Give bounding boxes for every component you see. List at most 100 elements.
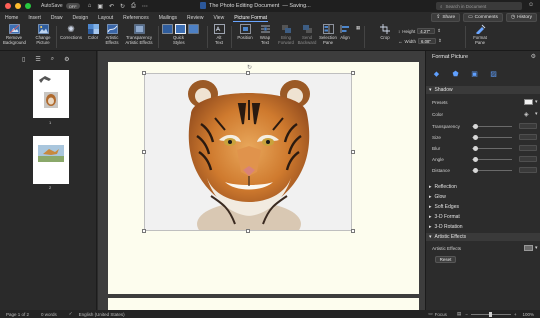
- section-glow[interactable]: ▸ Glow: [426, 193, 540, 201]
- minimize-window-button[interactable]: [15, 3, 21, 9]
- size-input[interactable]: [519, 134, 537, 140]
- resize-handle-top[interactable]: [246, 71, 250, 75]
- history-button[interactable]: ◷ History: [505, 13, 537, 22]
- zoom-out-icon[interactable]: −: [465, 312, 468, 317]
- page-thumbnail-1[interactable]: [33, 70, 69, 118]
- tab-home[interactable]: Home: [0, 12, 23, 23]
- pages-icon[interactable]: ▯: [22, 56, 25, 63]
- remove-background-button[interactable]: Remove Background: [3, 24, 26, 46]
- maximize-window-button[interactable]: [25, 3, 31, 9]
- tiger-image[interactable]: [144, 73, 352, 231]
- change-picture-button[interactable]: Change Picture: [32, 24, 54, 46]
- angle-slider[interactable]: [472, 159, 512, 160]
- zoom-slider[interactable]: [470, 311, 511, 317]
- resize-handle-bottom-left[interactable]: [142, 229, 146, 233]
- resize-handle-top-left[interactable]: [142, 71, 146, 75]
- angle-slider-knob[interactable]: [473, 157, 478, 162]
- word-count[interactable]: 0 words: [41, 312, 57, 317]
- comments-button[interactable]: ▭ Comments: [463, 13, 503, 22]
- selection-pane-button[interactable]: Selection Pane: [318, 24, 338, 46]
- print-icon[interactable]: ⎙: [131, 3, 136, 10]
- section-3d-format[interactable]: ▸ 3-D Format: [426, 213, 540, 221]
- section-3d-rotation[interactable]: ▸ 3-D Rotation: [426, 223, 540, 231]
- artistic-effects-button[interactable]: Artistic Effects: [103, 24, 121, 46]
- layout-properties-icon[interactable]: ▣: [470, 69, 479, 78]
- resize-handle-top-right[interactable]: [351, 71, 355, 75]
- height-input[interactable]: 4.27": [417, 28, 436, 34]
- document-canvas[interactable]: ↻: [98, 51, 425, 310]
- size-slider[interactable]: [472, 137, 512, 138]
- view-icon[interactable]: ▤: [457, 311, 461, 317]
- undo-icon[interactable]: ↶: [109, 3, 114, 10]
- tab-draw[interactable]: Draw: [46, 12, 68, 23]
- section-artistic-effects[interactable]: ▾ Artistic Effects: [426, 233, 540, 241]
- transparency-button[interactable]: Transparency Artistic Effects: [124, 24, 154, 46]
- redo-icon[interactable]: ↻: [120, 3, 125, 10]
- tab-insert[interactable]: Insert: [23, 12, 46, 23]
- focus-icon[interactable]: ▭: [428, 311, 432, 317]
- picture-styles-gallery[interactable]: Quick Styles: [161, 24, 201, 46]
- wrap-text-button[interactable]: Wrap Text: [256, 24, 274, 46]
- proofing-icon[interactable]: ✓: [69, 311, 73, 317]
- crop-button[interactable]: Crop: [377, 24, 393, 41]
- format-pane-button[interactable]: Format Pane: [470, 24, 490, 46]
- sidebar-settings-icon[interactable]: ⚙: [64, 56, 69, 63]
- account-icon[interactable]: ☺: [528, 2, 534, 8]
- transparency-slider-knob[interactable]: [473, 124, 478, 129]
- send-backward-button[interactable]: Send Backward: [296, 24, 318, 46]
- page-thumbnail-2[interactable]: [33, 136, 69, 184]
- resize-handle-right[interactable]: [351, 150, 355, 154]
- picture-icon[interactable]: ▨: [489, 69, 498, 78]
- resize-handle-bottom-right[interactable]: [351, 229, 355, 233]
- color-button[interactable]: Color: [85, 24, 101, 41]
- group-icon[interactable]: ▦: [355, 25, 361, 31]
- outline-icon[interactable]: ☰: [35, 56, 40, 63]
- distance-input[interactable]: [519, 167, 537, 173]
- rotate-handle-icon[interactable]: ↻: [247, 64, 252, 71]
- height-stepper-icon[interactable]: ⇕: [437, 28, 441, 34]
- share-button[interactable]: ⇪ Share: [431, 13, 461, 22]
- pane-options-icon[interactable]: ⚙: [531, 53, 536, 60]
- autosave-toggle[interactable]: OFF: [65, 3, 80, 9]
- tab-design[interactable]: Design: [68, 12, 94, 23]
- transparency-slider[interactable]: [472, 126, 512, 127]
- distance-slider[interactable]: [472, 170, 512, 171]
- focus-mode[interactable]: Focus: [435, 312, 447, 317]
- effects-icon[interactable]: ⬟: [451, 69, 460, 78]
- resize-handle-bottom[interactable]: [246, 229, 250, 233]
- document-page-2[interactable]: [108, 298, 419, 310]
- page-count[interactable]: Page 1 of 2: [6, 312, 29, 317]
- search-input[interactable]: ⌕ Search in Document: [436, 2, 522, 10]
- tab-review[interactable]: Review: [182, 12, 208, 23]
- angle-input[interactable]: [519, 156, 537, 162]
- zoom-in-icon[interactable]: +: [514, 312, 517, 317]
- sidebar-search-icon[interactable]: ⌕: [51, 56, 54, 63]
- color-picker-icon[interactable]: ◈: [524, 111, 529, 118]
- blur-input[interactable]: [519, 145, 537, 151]
- fill-line-icon[interactable]: ◆: [432, 69, 441, 78]
- size-slider-knob[interactable]: [473, 135, 478, 140]
- home-icon[interactable]: ⌂: [88, 3, 92, 10]
- distance-slider-knob[interactable]: [473, 168, 478, 173]
- section-soft-edges[interactable]: ▸ Soft Edges: [426, 203, 540, 211]
- position-button[interactable]: Position: [234, 24, 256, 41]
- section-shadow[interactable]: ▾ Shadow: [426, 86, 540, 94]
- corrections-button[interactable]: ✺ Corrections: [58, 24, 84, 41]
- presets-dropdown[interactable]: [524, 99, 533, 105]
- save-icon[interactable]: ▣: [97, 3, 103, 10]
- tab-references[interactable]: References: [118, 12, 154, 23]
- zoom-slider-thumb[interactable]: [488, 311, 492, 317]
- document-page[interactable]: ↻: [108, 62, 419, 294]
- tab-mailings[interactable]: Mailings: [154, 12, 182, 23]
- tab-picture-format[interactable]: Picture Format: [229, 12, 272, 23]
- width-input[interactable]: 6.08": [418, 38, 437, 44]
- close-window-button[interactable]: [5, 3, 11, 9]
- artistic-effects-dropdown[interactable]: [524, 245, 533, 251]
- tab-view[interactable]: View: [208, 12, 229, 23]
- reset-button[interactable]: Reset: [435, 256, 456, 263]
- section-reflection[interactable]: ▸ Reflection: [426, 183, 540, 191]
- align-button[interactable]: Align: [338, 24, 352, 41]
- bring-forward-button[interactable]: Bring Forward: [276, 24, 296, 46]
- resize-handle-left[interactable]: [142, 150, 146, 154]
- transparency-input[interactable]: [519, 123, 537, 129]
